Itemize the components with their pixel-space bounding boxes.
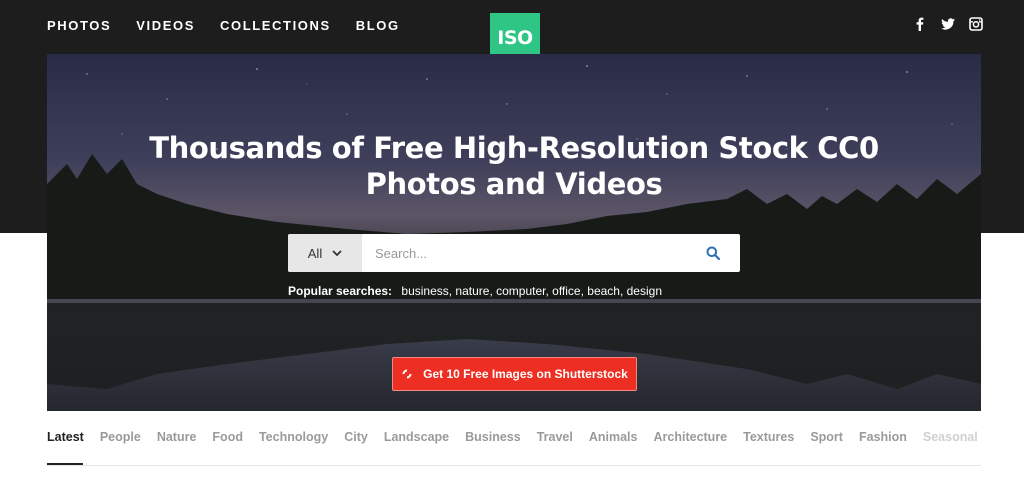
hero-title: Thousands of Free High-Resolution Stock … bbox=[149, 131, 879, 201]
nav-item-photos[interactable]: PHOTOS bbox=[47, 18, 111, 33]
tab-city[interactable]: City bbox=[344, 430, 368, 444]
tab-landscape[interactable]: Landscape bbox=[384, 430, 449, 444]
search-input[interactable] bbox=[362, 234, 685, 272]
tab-people[interactable]: People bbox=[100, 430, 141, 444]
category-tabs: Latest People Nature Food Technology Cit… bbox=[47, 430, 978, 444]
facebook-icon[interactable] bbox=[913, 17, 927, 31]
popular-searches-label: Popular searches: bbox=[288, 284, 393, 298]
chevron-down-icon bbox=[332, 249, 342, 256]
tab-technology[interactable]: Technology bbox=[259, 430, 328, 444]
search-icon bbox=[706, 246, 720, 260]
nav-item-blog[interactable]: BLOG bbox=[356, 18, 400, 33]
search-bar: All bbox=[288, 234, 740, 272]
shutterstock-icon bbox=[402, 369, 412, 379]
shutterstock-cta-button[interactable]: Get 10 Free Images on Shutterstock bbox=[392, 357, 637, 391]
twitter-icon[interactable] bbox=[941, 17, 955, 31]
tab-architecture[interactable]: Architecture bbox=[654, 430, 728, 444]
search-type-value: All bbox=[307, 245, 323, 261]
main-nav: PHOTOS VIDEOS COLLECTIONS BLOG bbox=[47, 18, 400, 33]
tab-textures[interactable]: Textures bbox=[743, 430, 794, 444]
popular-searches: Popular searches: business, nature, comp… bbox=[288, 284, 662, 298]
tab-travel[interactable]: Travel bbox=[537, 430, 573, 444]
tab-business[interactable]: Business bbox=[465, 430, 521, 444]
tabs-divider bbox=[47, 465, 981, 466]
tab-food[interactable]: Food bbox=[212, 430, 243, 444]
nav-item-videos[interactable]: VIDEOS bbox=[136, 18, 195, 33]
tab-animals[interactable]: Animals bbox=[589, 430, 638, 444]
tab-sport[interactable]: Sport bbox=[810, 430, 843, 444]
tab-fashion[interactable]: Fashion bbox=[859, 430, 907, 444]
popular-searches-terms[interactable]: business, nature, computer, office, beac… bbox=[401, 284, 662, 298]
search-type-select[interactable]: All bbox=[288, 234, 362, 272]
tab-seasonal[interactable]: Seasonal bbox=[923, 430, 978, 444]
instagram-icon[interactable] bbox=[969, 17, 983, 31]
tab-latest[interactable]: Latest bbox=[47, 430, 84, 444]
hero-banner: Thousands of Free High-Resolution Stock … bbox=[47, 54, 981, 411]
social-links bbox=[913, 17, 983, 31]
nav-item-collections[interactable]: COLLECTIONS bbox=[220, 18, 331, 33]
tab-nature[interactable]: Nature bbox=[157, 430, 197, 444]
cta-label: Get 10 Free Images on Shutterstock bbox=[423, 367, 628, 381]
search-button[interactable] bbox=[685, 234, 740, 272]
